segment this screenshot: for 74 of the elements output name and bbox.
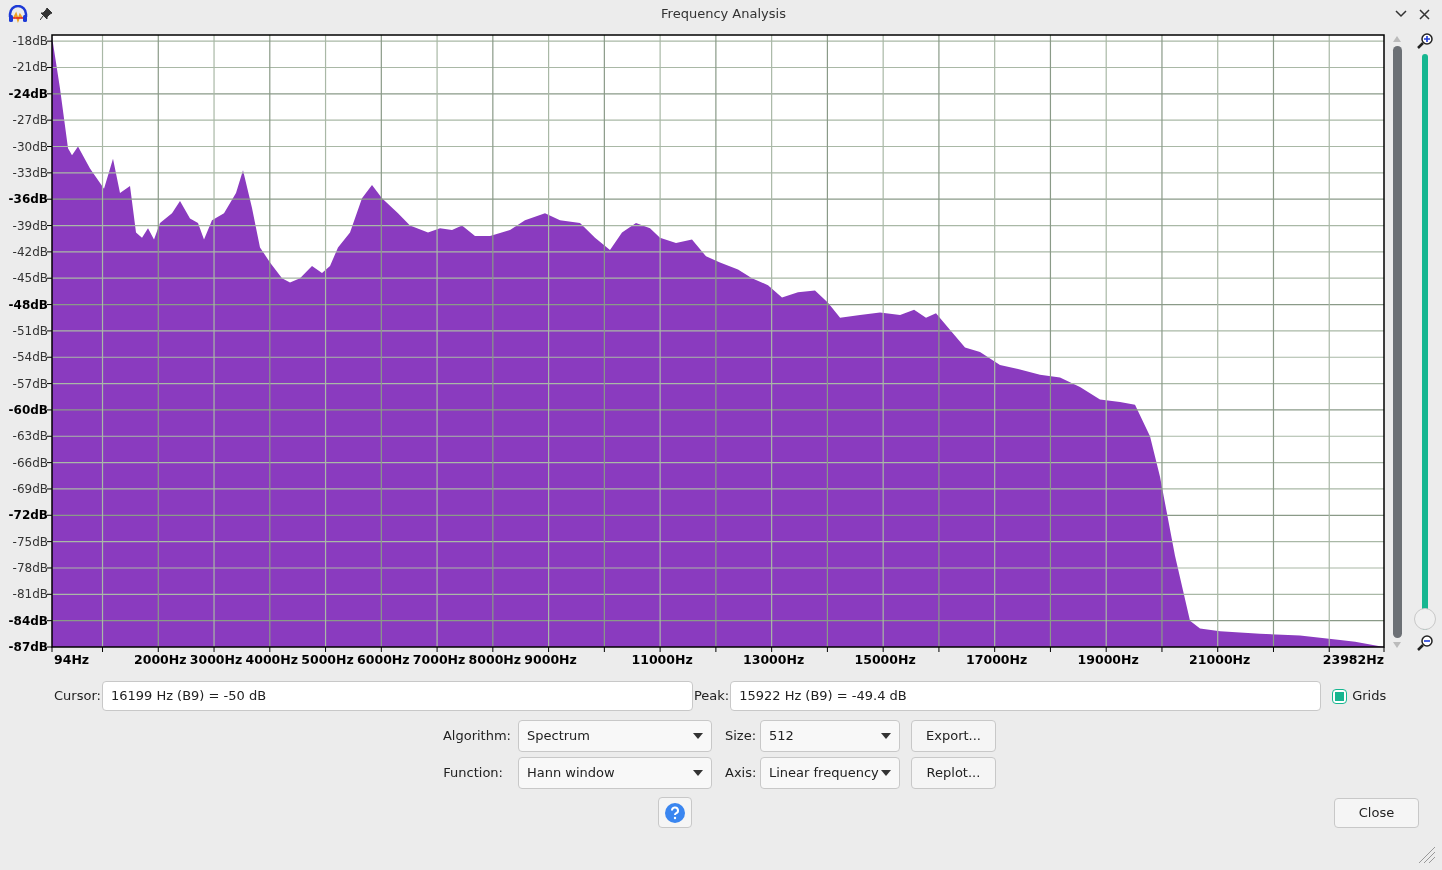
y-axis-label: -60dB [8, 402, 48, 417]
zoom-out-icon[interactable] [1416, 634, 1435, 652]
x-axis-label: 23982Hz [1322, 652, 1384, 667]
cursor-label: Cursor: [54, 687, 101, 706]
size-dropdown[interactable]: 512 [760, 720, 900, 752]
close-icon[interactable] [1419, 8, 1430, 20]
y-axis-label: -51dB [12, 323, 48, 338]
y-axis-label: -18dB [12, 34, 48, 49]
y-axis-label: -87dB [8, 640, 48, 654]
zoom-slider-track[interactable] [1414, 54, 1437, 630]
y-axis-label: -57dB [12, 376, 48, 391]
dropdown-caret-icon [881, 733, 891, 739]
y-axis-label: -75dB [12, 534, 48, 549]
close-button[interactable]: Close [1334, 797, 1419, 828]
question-mark-icon [665, 802, 685, 823]
y-axis-label: -84dB [8, 613, 48, 628]
x-axis-label: 17000Hz [966, 652, 1028, 667]
x-axis-label: 7000Hz [412, 652, 466, 667]
y-axis-label: -66dB [12, 455, 48, 470]
minimize-chevron-icon[interactable] [1395, 10, 1407, 18]
y-axis-label: -24dB [8, 86, 48, 101]
dropdown-caret-icon [693, 770, 703, 776]
x-axis-label: 2000Hz [134, 652, 187, 667]
y-axis-label: -30dB [12, 139, 48, 154]
x-axis-label: 13000Hz [743, 652, 805, 667]
y-axis-label: -54dB [12, 350, 48, 365]
dropdown-caret-icon [881, 770, 891, 776]
x-axis-label: 9000Hz [524, 652, 577, 667]
x-axis-label: 5000Hz [301, 652, 354, 667]
x-axis-label: 11000Hz [631, 652, 693, 667]
y-axis-label: -36dB [8, 192, 48, 207]
y-axis-label: -69dB [12, 481, 48, 496]
algorithm-label: Algorithm: [441, 727, 511, 746]
axis-dropdown[interactable]: Linear frequency [760, 757, 900, 789]
y-axis-label: -63dB [12, 429, 48, 444]
x-axis-label: 3000Hz [189, 652, 243, 667]
function-dropdown[interactable]: Hann window [518, 757, 712, 789]
x-axis-label: 21000Hz [1189, 652, 1251, 667]
peak-field[interactable]: 15922 Hz (B9) = -49.4 dB [730, 681, 1322, 711]
pin-icon[interactable] [40, 8, 52, 20]
zoom-in-icon[interactable] [1416, 32, 1435, 50]
y-axis-label: -42dB [12, 244, 48, 259]
grids-checkbox[interactable] [1332, 688, 1348, 704]
y-axis-label: -78dB [12, 561, 48, 575]
x-axis-label: 15000Hz [854, 652, 916, 667]
headphones-app-icon [8, 5, 28, 23]
y-axis-label: -48dB [8, 297, 48, 312]
x-axis-label: 4000Hz [245, 652, 299, 667]
y-axis-label: -72dB [8, 508, 48, 523]
algorithm-dropdown[interactable]: Spectrum [518, 720, 712, 752]
y-axis-label: -81dB [12, 587, 48, 602]
resize-grip-icon[interactable] [1416, 844, 1436, 864]
window-title: Frequency Analysis [660, 5, 787, 24]
y-axis-label: -45dB [12, 271, 48, 286]
peak-label: Peak: [693, 687, 730, 706]
replot-button[interactable]: Replot... [911, 757, 996, 789]
zoom-slider-thumb[interactable] [1414, 608, 1437, 630]
function-label: Function: [442, 764, 503, 783]
y-axis-label: -27dB [12, 113, 48, 128]
axis-label: Axis: [725, 764, 758, 783]
dropdown-caret-icon [693, 733, 703, 739]
x-axis-label: 8000Hz [468, 652, 522, 667]
size-label: Size: [725, 727, 758, 746]
cursor-field[interactable]: 16199 Hz (B9) = -50 dB [101, 681, 693, 711]
vertical-scrollbar-thumb[interactable] [1392, 46, 1402, 638]
export-button[interactable]: Export... [911, 720, 996, 752]
y-axis-label: -21dB [12, 60, 48, 75]
x-axis-label: 6000Hz [357, 652, 410, 667]
help-button[interactable] [658, 797, 692, 828]
y-axis-label: -39dB [12, 218, 48, 233]
y-axis-label: -33dB [12, 165, 48, 180]
grids-label: Grids [1352, 687, 1387, 706]
x-axis-label: 19000Hz [1077, 652, 1139, 667]
x-axis-label: 94Hz [54, 652, 90, 667]
